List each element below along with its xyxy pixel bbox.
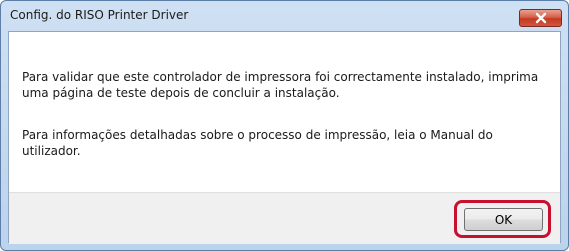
message-area: Para validar que este controlador de imp… [9,32,560,192]
title-bar[interactable]: Config. do RISO Printer Driver [1,1,568,30]
dialog-window: Config. do RISO Printer Driver Para vali… [0,0,569,251]
dialog-body: Para validar que este controlador de imp… [8,31,561,244]
message-paragraph-1: Para validar que este controlador de imp… [22,70,539,100]
button-bar: OK [9,192,560,244]
ok-button[interactable]: OK [464,208,543,231]
message-paragraph-2: Para informações detalhadas sobre o proc… [22,128,493,158]
window-title: Config. do RISO Printer Driver [10,8,189,22]
close-icon [520,10,561,26]
close-button[interactable] [519,9,562,27]
